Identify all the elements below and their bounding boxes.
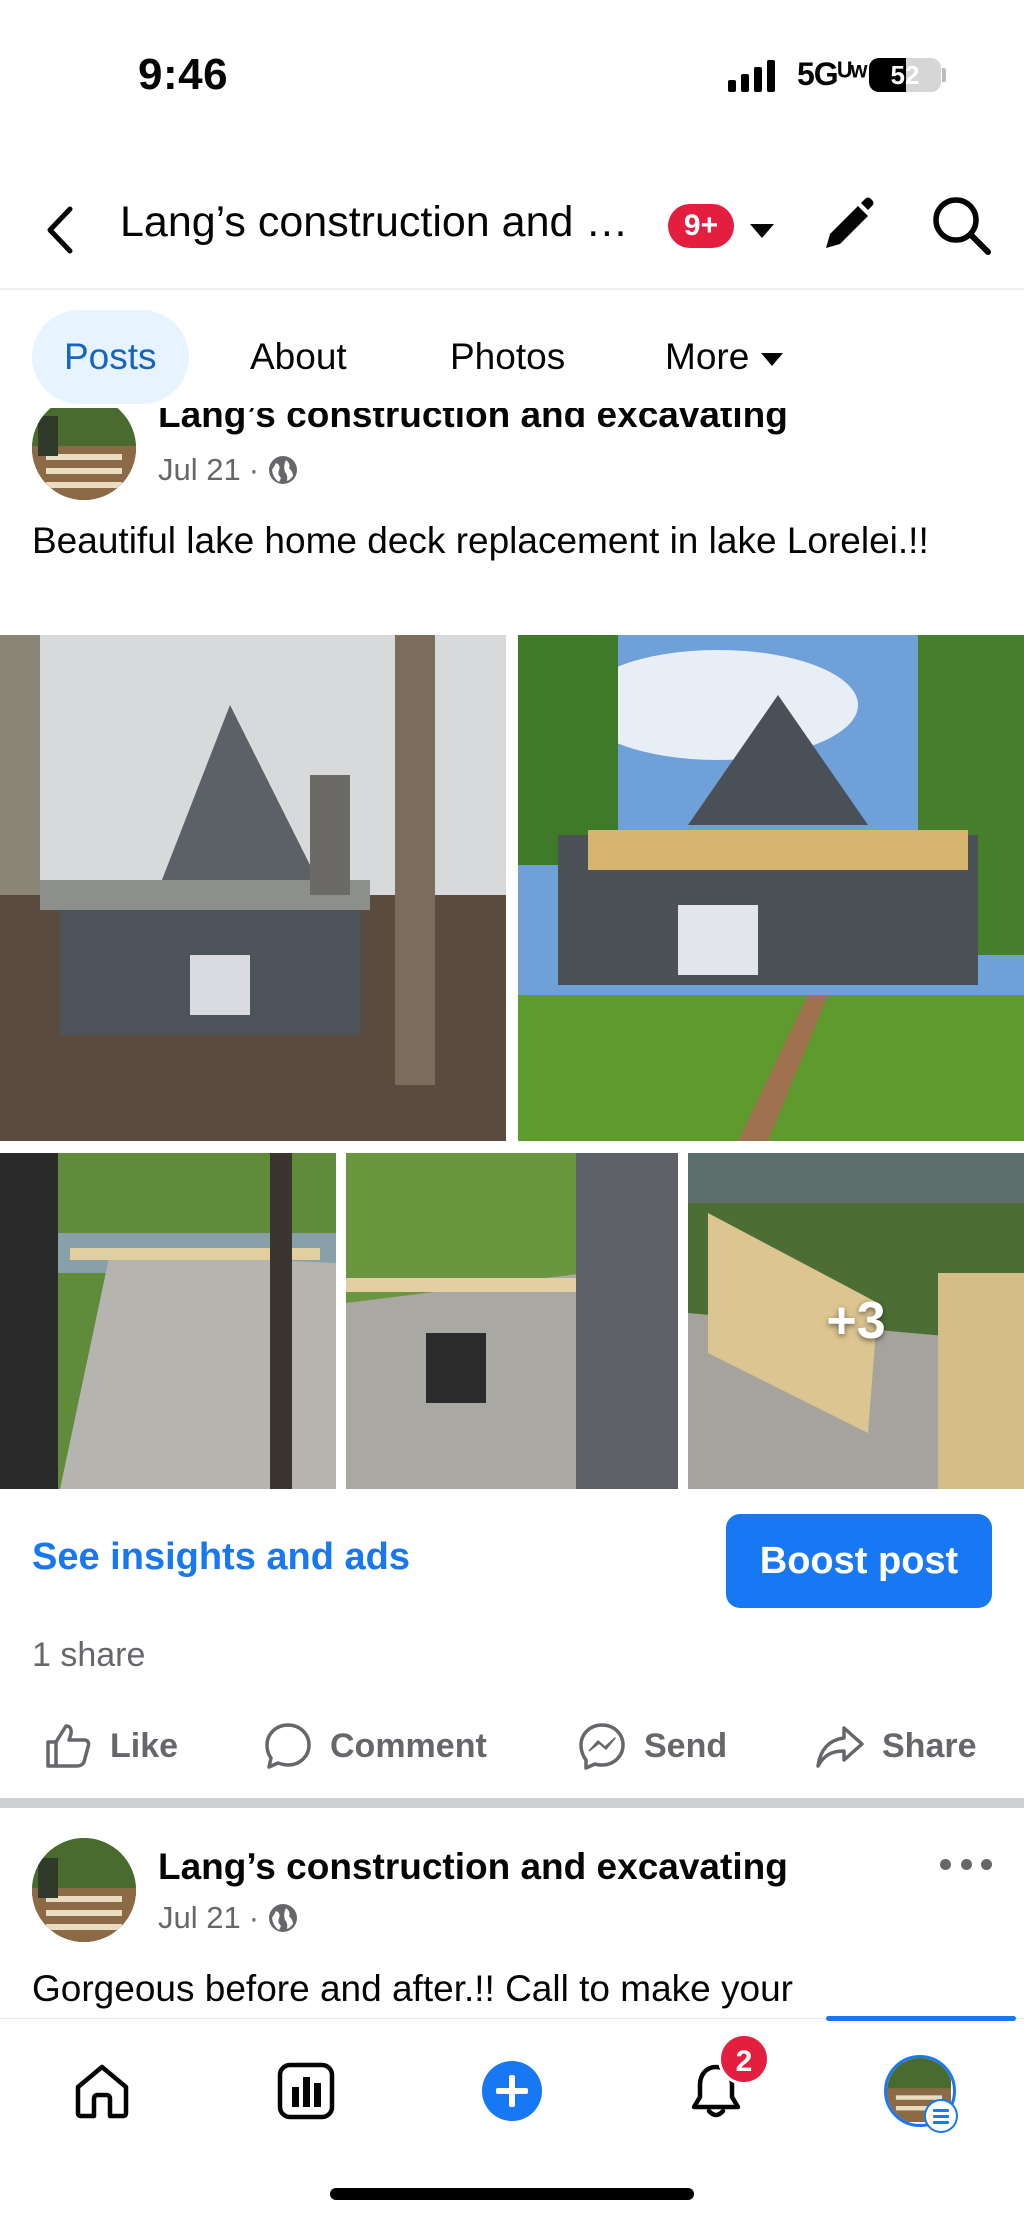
- menu-icon: [924, 2099, 958, 2133]
- globe-icon: [269, 1904, 298, 1932]
- comment-icon: [265, 1723, 311, 1769]
- back-icon[interactable]: [38, 195, 84, 265]
- globe-icon: [269, 456, 298, 484]
- meta-separator: ·: [248, 1900, 260, 1935]
- status-time: 9:46: [138, 50, 229, 99]
- page-tabs: Posts About Photos More: [0, 308, 1024, 408]
- post-meta: Jul 21 ·: [158, 1900, 299, 1936]
- post-header: Lang’s construction and excavating Jul 2…: [0, 1838, 1024, 1948]
- feed-divider: [0, 1798, 1024, 1808]
- boost-post-button[interactable]: Boost post: [726, 1514, 992, 1608]
- search-icon[interactable]: [928, 192, 994, 258]
- avatar[interactable]: [32, 1838, 136, 1942]
- see-insights-link[interactable]: See insights and ads: [32, 1536, 410, 1579]
- active-tab-indicator: [826, 2016, 1016, 2021]
- battery-cap: [942, 68, 946, 82]
- share-arrow-icon: [816, 1726, 864, 1768]
- battery-icon: 52: [869, 58, 941, 92]
- post-text: Beautiful lake home deck replacement in …: [32, 520, 929, 561]
- tab-photos[interactable]: Photos: [418, 310, 597, 404]
- battery-level: 52: [890, 60, 920, 90]
- pencil-icon[interactable]: [818, 192, 876, 258]
- post-author[interactable]: Lang’s construction and excavating: [158, 408, 788, 436]
- more-photos-count: +3: [826, 1292, 886, 1350]
- share-button[interactable]: Share: [814, 1708, 977, 1784]
- dashboard-icon: [277, 2062, 335, 2120]
- home-indicator: [330, 2188, 694, 2200]
- comment-label: Comment: [330, 1726, 487, 1765]
- page-title[interactable]: Lang’s construction and excavating: [120, 198, 650, 247]
- page-header: Lang’s construction and excavating 9+: [0, 170, 1024, 290]
- post-header: Lang’s construction and excavating Jul 2…: [0, 408, 1024, 508]
- nav-home[interactable]: [62, 2051, 142, 2131]
- home-icon: [75, 2064, 129, 2119]
- post-actions: Like Comment Send Share: [0, 1708, 1024, 1784]
- nav-create[interactable]: [472, 2051, 552, 2131]
- post-photo-2[interactable]: [518, 635, 1024, 1141]
- post-date: Jul 21: [158, 1900, 241, 1935]
- meta-separator: ·: [248, 452, 260, 487]
- post-photo-1[interactable]: [0, 635, 506, 1141]
- tab-more[interactable]: More: [633, 310, 815, 404]
- network-type: 5Gᵁʷ: [797, 56, 867, 92]
- send-label: Send: [644, 1726, 728, 1765]
- post-meta: Jul 21 ·: [158, 452, 299, 488]
- like-label: Like: [110, 1726, 179, 1765]
- thumbs-up-icon: [46, 1724, 91, 1768]
- share-count[interactable]: 1 share: [32, 1636, 145, 1675]
- create-icon: [482, 2061, 542, 2121]
- chevron-down-icon[interactable]: [742, 210, 782, 250]
- tab-about[interactable]: About: [218, 310, 379, 404]
- messenger-icon: [579, 1723, 625, 1770]
- avatar[interactable]: [32, 408, 136, 500]
- tab-more-label: More: [665, 336, 750, 377]
- notification-badge[interactable]: 9+: [668, 204, 734, 248]
- notifications-badge: 2: [718, 2033, 770, 2085]
- share-label: Share: [882, 1726, 977, 1765]
- nav-dashboard[interactable]: [266, 2051, 346, 2131]
- caret-down-icon: [761, 352, 784, 366]
- post-photo-4[interactable]: [346, 1153, 678, 1489]
- cellular-signal-icon: [728, 58, 775, 92]
- like-button[interactable]: Like: [42, 1708, 178, 1784]
- more-options-icon[interactable]: [940, 1852, 992, 1876]
- status-bar: 9:46 5Gᵁʷ 52: [0, 0, 1024, 150]
- tab-posts[interactable]: Posts: [32, 310, 189, 404]
- post-photo-3[interactable]: [0, 1153, 336, 1489]
- post-date: Jul 21: [158, 452, 241, 487]
- comment-button[interactable]: Comment: [262, 1708, 487, 1784]
- post-author[interactable]: Lang’s construction and excavating: [158, 1846, 788, 1888]
- post-text: Gorgeous before and after.!! Call to mak…: [32, 1968, 793, 2009]
- send-button[interactable]: Send: [576, 1708, 727, 1784]
- post-photo-5[interactable]: +3: [688, 1153, 1024, 1489]
